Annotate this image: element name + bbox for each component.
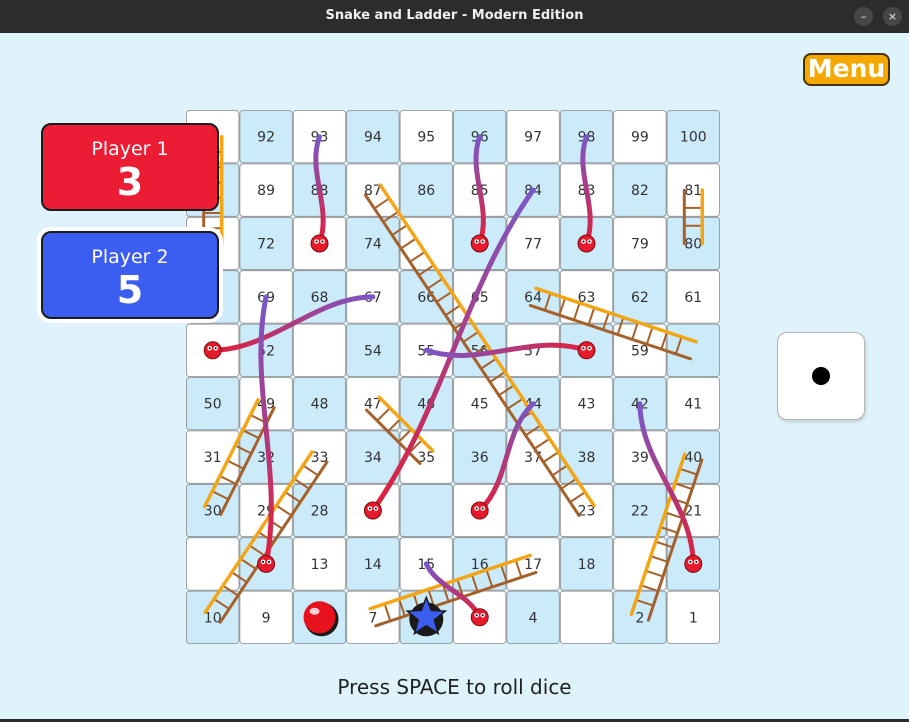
square-label-96: 95 xyxy=(417,130,435,146)
square-label-29: 22 xyxy=(631,504,649,520)
square-label-37: 34 xyxy=(364,450,382,466)
square-label-91: 100 xyxy=(680,130,707,146)
square-label-85: 86 xyxy=(417,183,435,199)
square-label-89: 82 xyxy=(631,183,649,199)
square-label-35: 36 xyxy=(471,450,489,466)
square-label-23: 28 xyxy=(311,504,329,520)
square-label-52: 59 xyxy=(631,343,649,359)
board-square-27 xyxy=(506,483,560,538)
square-label-40: 31 xyxy=(204,450,222,466)
player-1-score: 3 xyxy=(116,160,144,204)
square-label-17: 14 xyxy=(364,557,382,573)
square-label-57: 54 xyxy=(364,343,382,359)
square-label-2: 9 xyxy=(262,610,271,626)
square-label-99: 92 xyxy=(257,130,275,146)
square-label-70: 61 xyxy=(684,290,702,306)
square-label-50: 41 xyxy=(684,397,702,413)
square-label-46: 45 xyxy=(471,397,489,413)
player-2-card: Player 2 5 xyxy=(41,231,219,319)
square-label-41: 50 xyxy=(204,397,222,413)
board-square-51 xyxy=(666,323,720,377)
dice-pip xyxy=(812,367,830,385)
square-label-82: 89 xyxy=(257,183,275,199)
window-title: Snake and Ladder - Modern Edition xyxy=(325,8,584,23)
square-label-43: 48 xyxy=(311,397,329,413)
square-label-4: 7 xyxy=(368,610,377,626)
square-label-94: 97 xyxy=(524,130,542,146)
square-label-97: 94 xyxy=(364,130,382,146)
board-square-25 xyxy=(399,483,453,538)
square-label-79: 72 xyxy=(257,237,275,253)
minimize-button[interactable]: – xyxy=(854,7,873,26)
board-square-20 xyxy=(186,537,240,591)
square-label-71: 80 xyxy=(684,237,702,253)
square-label-14: 17 xyxy=(524,557,542,573)
square-label-72: 79 xyxy=(631,237,649,253)
square-label-7: 4 xyxy=(529,610,538,626)
square-label-10: 1 xyxy=(689,610,698,626)
menu-button[interactable]: Menu xyxy=(803,53,890,86)
game-area: 92 93 94 95 96 97 98 99 100 89 88 87 86 85 84 83 82 81 72 7… xyxy=(0,33,909,719)
square-label-67: 64 xyxy=(524,290,542,306)
title-bar: Snake and Ladder - Modern Edition – × xyxy=(0,0,909,33)
player-2-score: 5 xyxy=(116,268,144,312)
square-label-77: 74 xyxy=(364,237,382,253)
square-label-13: 18 xyxy=(578,557,596,573)
board-square-58 xyxy=(292,323,347,377)
board-square-8 xyxy=(559,590,614,644)
status-text: Press SPACE to roll dice xyxy=(337,675,572,699)
player-1-card: Player 1 3 xyxy=(41,123,219,211)
square-label-33: 38 xyxy=(578,450,596,466)
square-label-18: 13 xyxy=(311,557,329,573)
square-label-69: 62 xyxy=(631,290,649,306)
player-2-name: Player 2 xyxy=(91,246,169,268)
square-label-92: 99 xyxy=(631,130,649,146)
board-square-12 xyxy=(613,537,667,591)
square-label-9: 2 xyxy=(635,610,644,626)
square-label-32: 39 xyxy=(631,450,649,466)
square-label-48: 43 xyxy=(578,397,596,413)
close-button[interactable]: × xyxy=(883,7,902,26)
dice[interactable] xyxy=(777,332,865,420)
square-label-90: 81 xyxy=(684,183,702,199)
square-label-74: 77 xyxy=(524,237,542,253)
square-label-63: 68 xyxy=(311,290,329,306)
player-1-name: Player 1 xyxy=(91,138,169,160)
